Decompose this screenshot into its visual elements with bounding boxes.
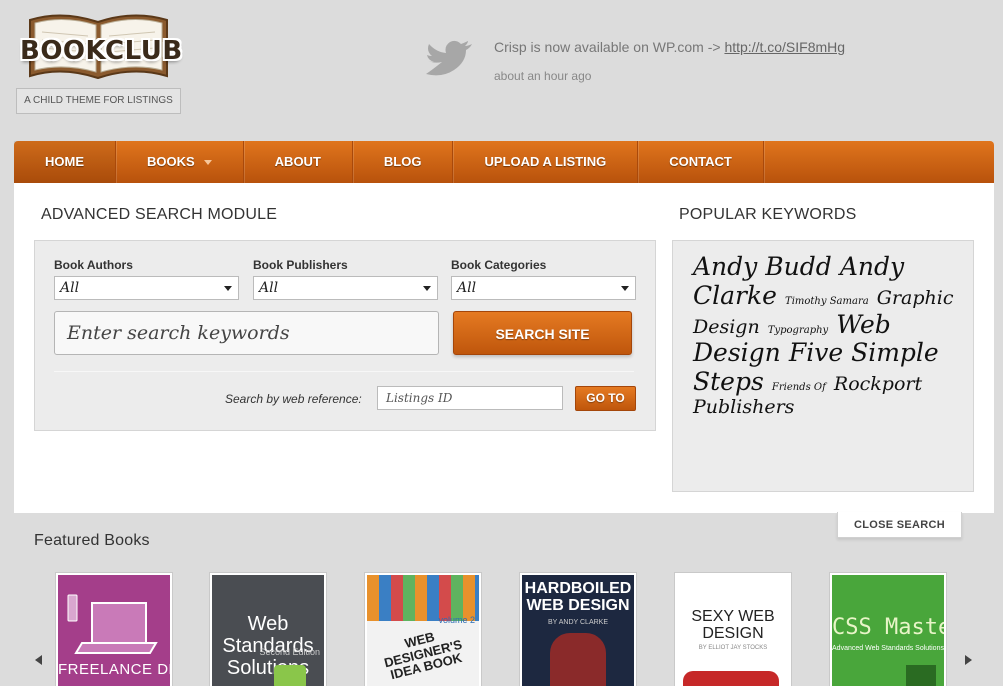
book-cover-subtitle: Advanced Web Standards Solutions bbox=[832, 645, 944, 652]
tweet-timestamp: about an hour ago bbox=[494, 69, 592, 83]
nav-about[interactable]: About bbox=[244, 141, 353, 183]
book-cover-subtitle: volume 2 bbox=[438, 615, 475, 625]
book-cover-title: CSS Mastery bbox=[832, 615, 944, 640]
chevron-down-icon bbox=[203, 160, 212, 166]
book-cover-title: HARDBOILED WEB DESIGN bbox=[524, 580, 632, 614]
publishers-label: Book Publishers bbox=[253, 258, 348, 272]
cover-graphic bbox=[274, 665, 306, 686]
go-to-button[interactable]: GO TO bbox=[575, 386, 636, 411]
book-cover-subtitle: Second Edition bbox=[259, 647, 320, 657]
featured-books-title: Featured Books bbox=[34, 532, 150, 549]
cover-image: FREELANCE DESIGN bbox=[58, 575, 170, 686]
dropdown-arrow-icon bbox=[423, 286, 431, 291]
cover-car bbox=[683, 671, 779, 686]
keyword-tag[interactable]: Timothy Samara bbox=[785, 296, 869, 307]
main-navigation: Home Books About Blog Upload a Listing C… bbox=[14, 141, 994, 183]
nav-books-label: Books bbox=[147, 154, 195, 169]
nav-home[interactable]: Home bbox=[14, 141, 116, 183]
nav-blog[interactable]: Blog bbox=[353, 141, 454, 183]
carousel-next-icon[interactable] bbox=[965, 655, 972, 665]
search-keywords-input[interactable]: Enter search keywords bbox=[54, 311, 439, 355]
book-cover-subtitle: BY ANDY CLARKE bbox=[547, 619, 609, 626]
categories-select-value: All bbox=[457, 280, 477, 296]
cover-image: WEB DESIGNER'S IDEA BOOK volume 2 bbox=[367, 575, 479, 686]
categories-label: Book Categories bbox=[451, 258, 547, 272]
listings-id-input[interactable]: Listings ID bbox=[377, 386, 563, 410]
book-cover-subtitle: BY ELLIOT JAY STOCKS bbox=[698, 645, 768, 651]
popular-keywords-title: POPULAR KEYWORDS bbox=[679, 206, 857, 223]
book-cover-title: Web Standards Solutions bbox=[222, 613, 314, 679]
cover-image: Web Standards Solutions Second Edition bbox=[212, 575, 324, 686]
cover-image: CSS Mastery Advanced Web Standards Solut… bbox=[832, 575, 944, 686]
latest-tweet: Crisp is now available on WP.com -> http… bbox=[494, 39, 845, 55]
tweet-link[interactable]: http://t.co/SIF8mHg bbox=[724, 39, 845, 55]
nav-contact[interactable]: Contact bbox=[638, 141, 764, 183]
book-cover-title: FREELANCE DESIGN bbox=[58, 661, 170, 678]
site-logo[interactable]: BOOKCLUB A CHILD THEME FOR LISTINGS bbox=[16, 10, 182, 114]
book-cover-1[interactable]: FREELANCE DESIGN bbox=[55, 572, 173, 686]
book-cover-title: SEXY WEB DESIGN bbox=[691, 608, 775, 642]
categories-select[interactable]: All bbox=[451, 276, 636, 300]
book-cover-6[interactable]: CSS Mastery Advanced Web Standards Solut… bbox=[829, 572, 947, 686]
dropdown-arrow-icon bbox=[621, 286, 629, 291]
keyword-cloud: Andy Budd Andy Clarke Timothy Samara Gra… bbox=[672, 240, 974, 492]
cover-image: HARDBOILED WEB DESIGN BY ANDY CLARKE bbox=[522, 575, 634, 686]
web-reference-label: Search by web reference: bbox=[225, 392, 362, 406]
book-cover-title: WEB DESIGNER'S IDEA BOOK bbox=[382, 628, 464, 683]
search-panel: ADVANCED SEARCH MODULE POPULAR KEYWORDS … bbox=[14, 183, 994, 513]
tweet-text: Crisp is now available on WP.com -> bbox=[494, 39, 721, 55]
book-cover-3[interactable]: WEB DESIGNER'S IDEA BOOK volume 2 bbox=[364, 572, 482, 686]
close-search-button[interactable]: CLOSE SEARCH bbox=[837, 512, 962, 538]
carousel-prev-icon[interactable] bbox=[35, 655, 42, 665]
authors-select[interactable]: All bbox=[54, 276, 239, 300]
authors-select-value: All bbox=[60, 280, 80, 296]
logo-tagline: A CHILD THEME FOR LISTINGS bbox=[16, 88, 181, 114]
book-cover-4[interactable]: HARDBOILED WEB DESIGN BY ANDY CLARKE bbox=[519, 572, 637, 686]
twitter-bird-icon bbox=[426, 40, 472, 76]
dropdown-arrow-icon bbox=[224, 286, 232, 291]
authors-label: Book Authors bbox=[54, 258, 133, 272]
publishers-select-value: All bbox=[259, 280, 279, 296]
keyword-tag[interactable]: Friends Of bbox=[772, 382, 826, 393]
advanced-search-title: ADVANCED SEARCH MODULE bbox=[41, 206, 278, 223]
publishers-select[interactable]: All bbox=[253, 276, 438, 300]
cover-image: SEXY WEB DESIGN BY ELLIOT JAY STOCKS bbox=[677, 575, 789, 686]
laptop-illustration bbox=[67, 594, 158, 654]
nav-books[interactable]: Books bbox=[116, 141, 244, 183]
advanced-search-form: Book Authors All Book Publishers All Boo… bbox=[34, 240, 656, 431]
keyword-tag[interactable]: Typography bbox=[768, 325, 828, 336]
book-cover-5[interactable]: SEXY WEB DESIGN BY ELLIOT JAY STOCKS bbox=[674, 572, 792, 686]
cover-graphic bbox=[906, 665, 936, 686]
keyword-tag[interactable]: Andy Budd bbox=[693, 252, 832, 281]
nav-upload-listing[interactable]: Upload a Listing bbox=[453, 141, 639, 183]
search-site-button[interactable]: SEARCH SITE bbox=[453, 311, 632, 355]
logo-text: BOOKCLUB bbox=[20, 36, 183, 66]
form-divider bbox=[54, 371, 634, 372]
cover-figure bbox=[550, 633, 606, 686]
book-cover-2[interactable]: Web Standards Solutions Second Edition bbox=[209, 572, 327, 686]
